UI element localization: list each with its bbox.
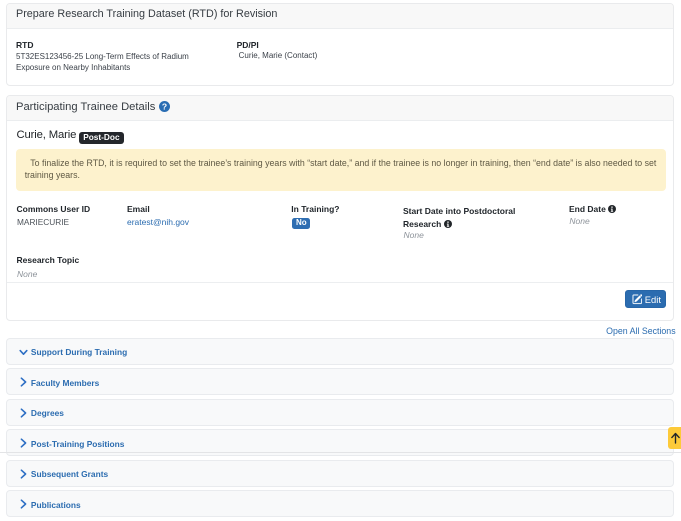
svg-text:?: ? xyxy=(162,101,167,111)
